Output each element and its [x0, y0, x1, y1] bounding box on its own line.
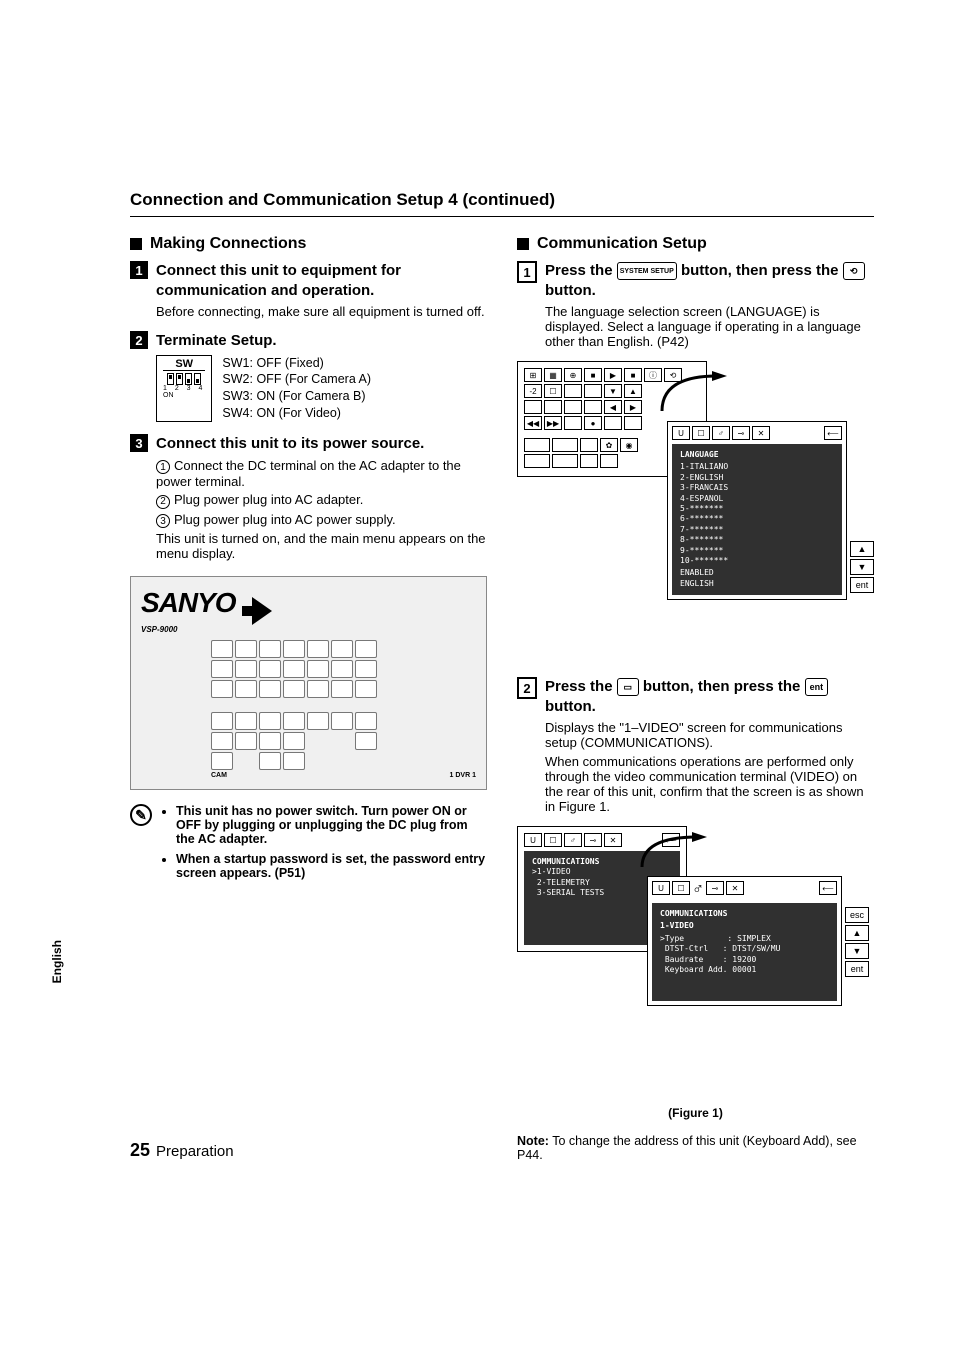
- model-label: VSP-9000: [141, 625, 236, 634]
- arrow-icon: [657, 371, 737, 431]
- comm-step-2: 2 Press the ▭ button, then press the ent…: [517, 677, 874, 814]
- language-title: LANGUAGE: [680, 450, 834, 460]
- step1-text: Before connecting, make sure all equipme…: [156, 304, 487, 319]
- making-connections-title: Making Connections: [150, 235, 306, 253]
- power-notes: ✎ This unit has no power switch. Turn po…: [130, 804, 487, 886]
- arrow-icon: [637, 832, 717, 882]
- device-button-grid-2: [211, 712, 476, 770]
- video-screen-inner: U☐♂⊸✕ ⟵ COMMUNICATIONS 1-VIDEO >Type : S…: [647, 876, 842, 1006]
- sw-on-label: ON: [163, 392, 205, 399]
- substep-2: 2 Plug power plug into AC adapter.: [156, 492, 487, 509]
- step3-title: Connect this unit to its power source.: [156, 434, 487, 454]
- figure-1-caption: (Figure 1): [517, 1106, 874, 1120]
- sanyo-logo: SANYO: [141, 587, 236, 619]
- comm-step2-text1: Displays the "1–VIDEO" screen for commun…: [545, 720, 874, 750]
- note-bullet-2: When a startup password is set, the pass…: [176, 852, 487, 880]
- comm-inner-body: >Type : SIMPLEX DTST-Ctrl : DTST/SW/MU B…: [660, 934, 829, 976]
- ent-button: ent: [850, 577, 874, 593]
- outline-step-2: 2: [517, 677, 537, 699]
- sw2-line: SW2: OFF (For Camera A): [222, 371, 371, 388]
- step2-title: Terminate Setup.: [156, 331, 487, 351]
- sw-label: SW: [163, 358, 205, 371]
- language-tab: English: [50, 940, 64, 983]
- language-enabled: ENABLED ENGLISH: [680, 568, 834, 589]
- comm-step2-text2: When communications operations are perfo…: [545, 754, 874, 814]
- down-button: ▼: [845, 943, 869, 959]
- sw1-line: SW1: OFF (Fixed): [222, 355, 371, 372]
- comm-inner-title: COMMUNICATIONS: [660, 909, 829, 919]
- sw-numbers: 1 2 3 4: [163, 385, 205, 392]
- up-button: ▲: [850, 541, 874, 557]
- dip-switch-diagram: SW 1 2 3 4 ON: [156, 355, 212, 423]
- substep2-text: Plug power plug into AC adapter.: [174, 492, 363, 507]
- up-button: ▲: [845, 925, 869, 941]
- system-setup-button-icon: SYSTEM SETUP: [617, 262, 677, 280]
- pencil-note-icon: ✎: [130, 804, 152, 826]
- dip-3: [185, 373, 192, 385]
- comm-step1-text: The language selection screen (LANGUAGE)…: [545, 304, 874, 349]
- cam-label: CAM: [211, 772, 227, 779]
- bullet-icon: [130, 238, 142, 250]
- substep1-text: Connect the DC terminal on the AC adapte…: [156, 458, 461, 490]
- comm-button-icon: ▭: [617, 678, 639, 696]
- ent-button-icon: ent: [805, 678, 829, 696]
- arrow-right-icon: [252, 597, 272, 625]
- page-heading: Connection and Communication Setup 4 (co…: [130, 190, 874, 210]
- language-screen-inner: U☐♂⊸✕ ⟵ LANGUAGE 1-ITALIANO 2-ENGLISH 3-…: [667, 421, 847, 600]
- dvr-label: 1 DVR 1: [450, 772, 476, 779]
- sw3-line: SW3: ON (For Camera B): [222, 388, 371, 405]
- comm-inner-sub: 1-VIDEO: [660, 921, 829, 931]
- ent-button: ent: [845, 961, 869, 977]
- comm-step-1: 1 Press the SYSTEM SETUP button, then pr…: [517, 261, 874, 349]
- sw-descriptions: SW1: OFF (Fixed) SW2: OFF (For Camera A)…: [222, 355, 371, 423]
- step3-tail: This unit is turned on, and the main men…: [156, 531, 487, 561]
- step-terminate-setup: 2 Terminate Setup. SW 1 2 3 4: [130, 331, 487, 422]
- right-column: Communication Setup 1 Press the SYSTEM S…: [517, 235, 874, 1162]
- circle-2-icon: 2: [156, 495, 170, 509]
- step-number-3: 3: [130, 434, 148, 452]
- device-button-grid: [211, 640, 476, 698]
- down-button: ▼: [850, 559, 874, 575]
- step-number-2: 2: [130, 331, 148, 349]
- dip-1: [167, 373, 174, 385]
- device-panel-illustration: SANYO VSP-9000 CAM: [130, 576, 487, 790]
- bullet-icon: [517, 238, 529, 250]
- sw4-line: SW4: ON (For Video): [222, 405, 371, 422]
- substep-1: 1Connect the DC terminal on the AC adapt…: [156, 458, 487, 490]
- address-note: Note: To change the address of this unit…: [517, 1134, 874, 1162]
- dip-2: [176, 373, 183, 385]
- reset-button-icon: ⟲: [843, 262, 865, 280]
- outline-step-1: 1: [517, 261, 537, 283]
- substep3-text: Plug power plug into AC power supply.: [174, 512, 396, 527]
- circle-3-icon: 3: [156, 514, 170, 528]
- substep-3: 3 Plug power plug into AC power supply.: [156, 512, 487, 529]
- comm-step2-title: Press the ▭ button, then press the ent b…: [545, 677, 874, 716]
- page-footer: 25Preparation: [130, 1140, 234, 1161]
- step1-title: Connect this unit to equipment for commu…: [156, 261, 487, 300]
- communication-setup-title: Communication Setup: [537, 235, 707, 253]
- esc-button: esc: [845, 907, 869, 923]
- circle-1-icon: 1: [156, 460, 170, 474]
- language-list: 1-ITALIANO 2-ENGLISH 3-FRANCAIS 4-ESPANO…: [680, 462, 834, 566]
- step-connect-equipment: 1 Connect this unit to equipment for com…: [130, 261, 487, 319]
- note-bullet-1: This unit has no power switch. Turn powe…: [176, 804, 487, 846]
- comm-step1-title: Press the SYSTEM SETUP button, then pres…: [545, 261, 874, 300]
- dip-4: [194, 373, 201, 385]
- step-number-1: 1: [130, 261, 148, 279]
- step-connect-power: 3 Connect this unit to its power source.…: [130, 434, 487, 564]
- left-column: Making Connections 1 Connect this unit t…: [130, 235, 487, 1162]
- heading-rule: [130, 216, 874, 217]
